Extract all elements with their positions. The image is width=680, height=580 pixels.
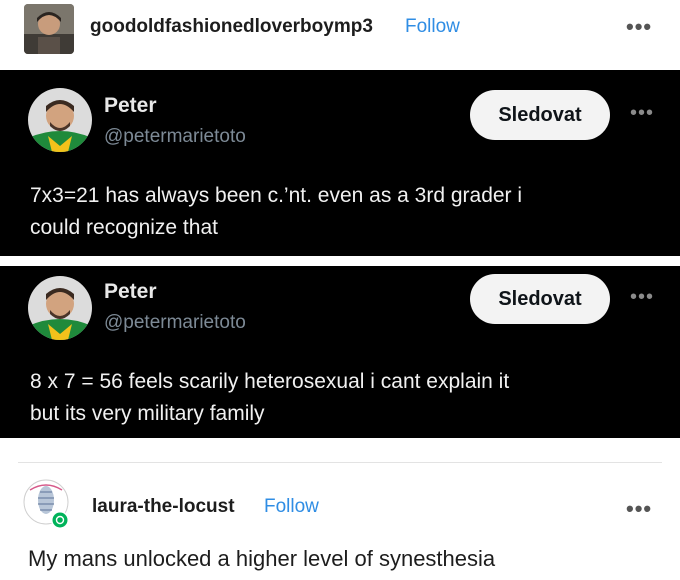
tweet-card: Peter @petermarietoto Sledovat ••• 7x3=2…	[0, 70, 680, 256]
follow-button[interactable]: Sledovat	[470, 274, 610, 324]
blog-avatar[interactable]	[24, 4, 74, 54]
more-options-icon[interactable]: •••	[630, 102, 654, 125]
profile-avatar[interactable]	[28, 276, 92, 340]
tweet-author-name[interactable]: Peter	[104, 280, 157, 304]
tweet-author-handle[interactable]: @petermarietoto	[104, 126, 246, 148]
profile-avatar[interactable]	[28, 88, 92, 152]
tweet-text-line: 8 x 7 = 56 feels scarily heterosexual i …	[30, 370, 510, 393]
follow-link[interactable]: Follow	[405, 16, 460, 38]
reblog-comment-text: My mans unlocked a higher level of synes…	[28, 546, 496, 571]
tweet-card: Peter @petermarietoto Sledovat ••• 8 x 7…	[0, 266, 680, 438]
post-header: goodoldfashionedloverboymp3 Follow •••	[0, 0, 680, 62]
more-options-icon[interactable]: •••	[626, 16, 652, 38]
tweet-text-line: but its very military family	[30, 402, 265, 425]
tweet-text-line: could recognize that	[30, 216, 218, 239]
tweet-text-line: 7x3=21 has always been c.’nt. even as a …	[30, 184, 523, 207]
tweet-author-name[interactable]: Peter	[104, 94, 157, 118]
follow-button[interactable]: Sledovat	[470, 90, 610, 140]
reblog-avatar[interactable]	[22, 478, 76, 532]
blog-name[interactable]: goodoldfashionedloverboymp3	[90, 16, 373, 38]
divider	[18, 462, 662, 463]
reblog-more-options-icon[interactable]: •••	[626, 498, 652, 520]
tweet-author-handle[interactable]: @petermarietoto	[104, 312, 246, 334]
tweet-text: 8 x 7 = 56 feels scarily heterosexual i …	[30, 366, 660, 430]
reblog-follow-link[interactable]: Follow	[264, 496, 319, 518]
reblog-blog-name[interactable]: laura-the-locust	[92, 496, 235, 518]
more-options-icon[interactable]: •••	[630, 286, 654, 309]
tweet-text: 7x3=21 has always been c.’nt. even as a …	[30, 180, 660, 244]
tumblr-post: goodoldfashionedloverboymp3 Follow ••• P…	[0, 0, 680, 580]
